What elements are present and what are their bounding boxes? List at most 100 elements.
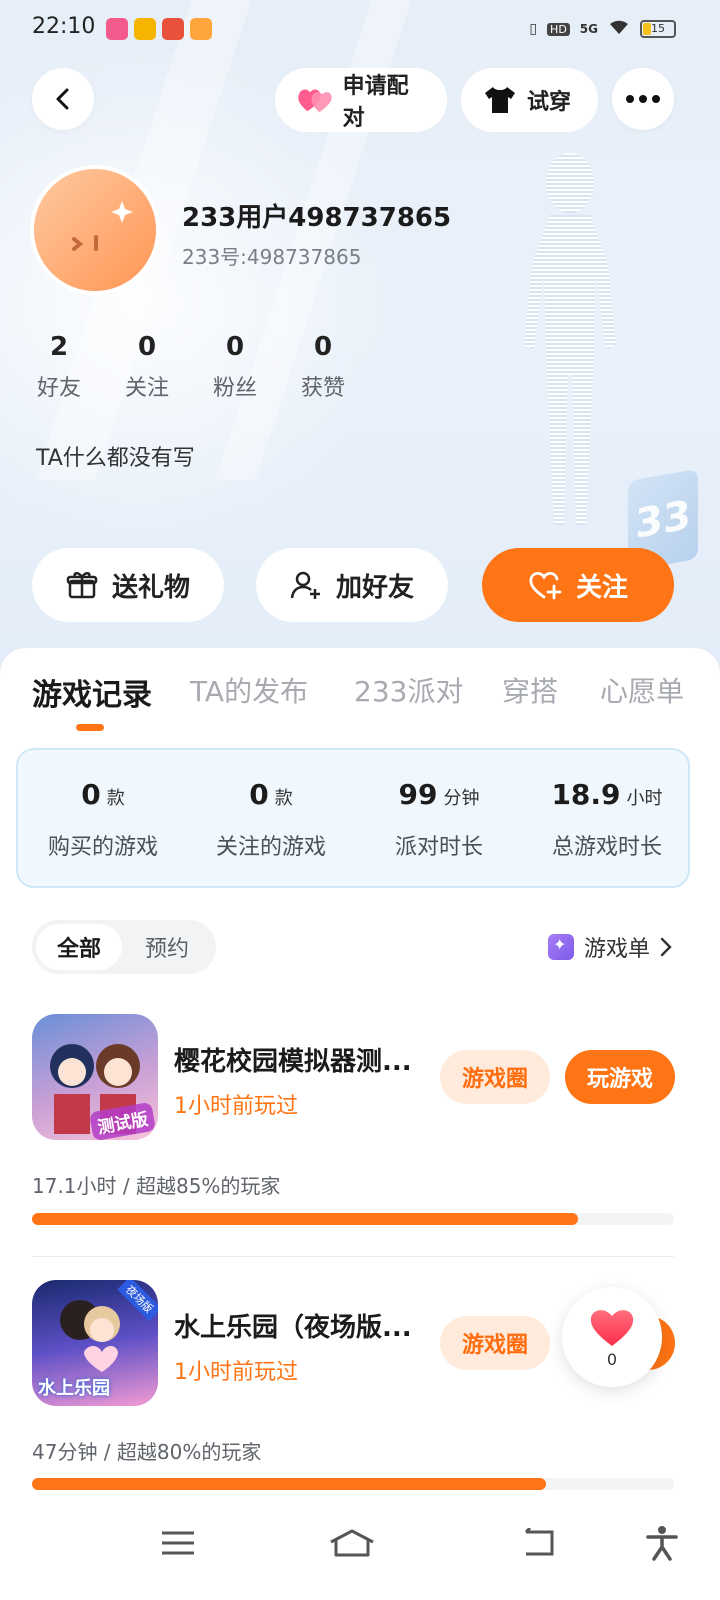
app-notification-icon (190, 18, 212, 40)
summary-unit: 款 (274, 788, 293, 809)
stat-value: 0 (137, 332, 157, 362)
stat-value: 0 (225, 332, 245, 362)
add-user-icon (290, 571, 320, 599)
tab-wishlist[interactable]: 心愿单 (600, 670, 684, 710)
playtime-progress-fill (32, 1478, 546, 1490)
back-nav-button[interactable] (508, 1518, 568, 1568)
game-title[interactable]: 樱花校园模拟器测... (174, 1041, 424, 1078)
menu-icon (162, 1531, 194, 1555)
summary-value: 0 (249, 778, 269, 811)
game-last-played: 1小时前玩过 (174, 1094, 298, 1119)
summary-unit: 分钟 (443, 788, 480, 809)
tshirt-icon (485, 87, 515, 113)
playtime-progress-track (32, 1213, 674, 1225)
send-gift-button[interactable]: 送礼物 (32, 548, 224, 622)
app-notification-icon (134, 18, 156, 40)
gamelist-link[interactable]: 游戏单 (547, 931, 672, 963)
summary-total-time: 18.9 小时 总游戏时长 (544, 778, 670, 861)
app-notification-icon (106, 18, 128, 40)
game-icon-water-park[interactable]: 水上乐园 夜场版 (32, 1280, 158, 1406)
avatar-3d-figure (524, 153, 616, 525)
game-title[interactable]: 水上乐园（夜场版... (174, 1307, 424, 1344)
apply-match-label: 申请配对 (342, 74, 409, 131)
gift-icon (66, 572, 98, 599)
user-avatar[interactable] (30, 165, 160, 295)
tab-indicator (76, 724, 104, 731)
playtime-progress-fill (32, 1213, 578, 1225)
back-arrow-icon (56, 88, 69, 110)
stat-likes[interactable]: 0 获赞 (288, 332, 358, 402)
add-friend-label: 加好友 (335, 572, 414, 603)
follow-button[interactable]: 关注 (482, 548, 674, 622)
try-on-button[interactable]: 试穿 (461, 68, 598, 132)
summary-label: 关注的游戏 (215, 835, 326, 860)
accessibility-button[interactable] (632, 1518, 692, 1568)
tab-game-records[interactable]: 游戏记录 (32, 670, 152, 714)
try-on-label: 试穿 (527, 90, 572, 115)
game-circle-button[interactable]: 游戏圈 (440, 1050, 550, 1104)
heart-icon (590, 1309, 634, 1346)
stat-label: 关注 (124, 376, 169, 401)
menu-button[interactable] (148, 1518, 208, 1568)
summary-purchased: 0款 购买的游戏 (40, 778, 166, 861)
send-gift-label: 送礼物 (111, 572, 190, 603)
battery-icon: 15 (640, 20, 676, 38)
status-time: 22:10 (32, 14, 96, 39)
username: 233用户498737865 (182, 203, 452, 233)
play-game-button[interactable]: 玩游戏 (565, 1050, 675, 1104)
summary-unit: 小时 (626, 788, 663, 809)
game-playtime-stats: 47分钟 / 超越80%的玩家 (32, 1440, 262, 1464)
battery-level: 15 (651, 22, 665, 35)
user-bio: TA什么都没有写 (36, 446, 195, 471)
tab-posts[interactable]: TA的发布 (190, 670, 308, 710)
filter-segment: 全部 预约 (32, 920, 216, 974)
stat-label: 获赞 (300, 376, 345, 401)
app-notification-icon (162, 18, 184, 40)
more-options-button[interactable] (612, 68, 674, 130)
sparkle-icon (547, 934, 574, 960)
home-button[interactable] (322, 1518, 382, 1568)
summary-followed: 0款 关注的游戏 (208, 778, 334, 861)
game-playtime-stats: 17.1小时 / 超越85%的玩家 (32, 1174, 281, 1198)
stat-following[interactable]: 0 关注 (112, 332, 182, 402)
hd-icon: HD (547, 22, 570, 36)
stat-label: 好友 (36, 376, 81, 401)
summary-label: 购买的游戏 (47, 835, 158, 860)
status-bar: 22:10 ▯ HD 5G 15 (0, 0, 720, 58)
heart-plus-icon (529, 572, 562, 600)
stat-value: 0 (313, 332, 333, 362)
double-heart-icon (298, 89, 332, 113)
add-friend-button[interactable]: 加好友 (256, 548, 448, 622)
system-nav-bar (0, 1490, 720, 1600)
stat-value: 2 (49, 332, 69, 362)
avatar-face-icon (34, 169, 156, 291)
floating-like-button[interactable]: 0 (562, 1287, 662, 1387)
vibrate-icon: ▯ (529, 21, 538, 37)
summary-label: 派对时长 (394, 835, 483, 860)
stat-friends[interactable]: 2 好友 (24, 332, 94, 402)
playtime-progress-track (32, 1478, 674, 1490)
more-dots-icon (626, 95, 660, 103)
summary-label: 总游戏时长 (551, 835, 662, 860)
back-icon (524, 1528, 554, 1556)
game-icon-sakura[interactable]: 测试版 (32, 1014, 158, 1140)
signal-5g-icon: 5G (579, 22, 598, 36)
home-icon (330, 1529, 374, 1557)
tab-outfits[interactable]: 穿搭 (502, 670, 558, 710)
like-count: 0 (606, 1349, 618, 1369)
filter-reserve[interactable]: 预约 (122, 924, 212, 970)
game-circle-button[interactable]: 游戏圈 (440, 1316, 550, 1370)
back-button[interactable] (32, 68, 94, 130)
filter-all[interactable]: 全部 (36, 924, 122, 970)
wifi-icon (608, 18, 630, 40)
follow-label: 关注 (575, 572, 628, 603)
tab-party[interactable]: 233派对 (354, 670, 463, 710)
apply-match-button[interactable]: 申请配对 (275, 68, 447, 132)
water-park-badge: 水上乐园 (38, 1378, 110, 1399)
list-divider (32, 1256, 674, 1257)
system-icons: ▯ HD 5G 15 (529, 18, 676, 40)
summary-value: 99 (398, 778, 438, 811)
stat-fans[interactable]: 0 粉丝 (200, 332, 270, 402)
chevron-right-icon (660, 937, 672, 957)
summary-value: 0 (81, 778, 101, 811)
